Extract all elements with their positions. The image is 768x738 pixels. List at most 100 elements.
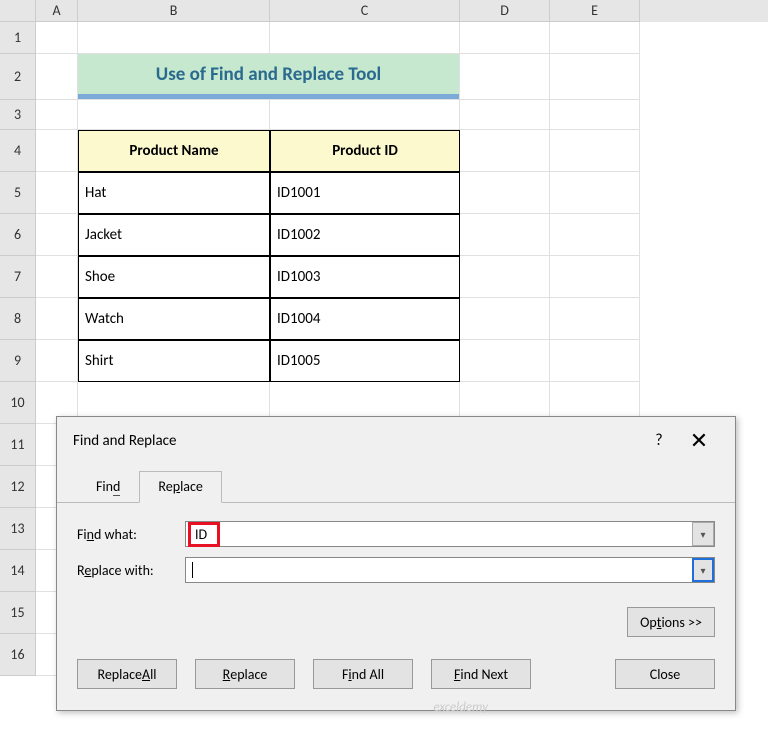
cell[interactable]	[550, 172, 640, 214]
col-header-e[interactable]: E	[550, 0, 640, 22]
table-header-product-id[interactable]: Product ID	[270, 130, 460, 172]
table-cell-name[interactable]: Jacket	[78, 214, 270, 256]
table-cell-name[interactable]: Shoe	[78, 256, 270, 298]
row-header[interactable]: 14	[0, 550, 36, 592]
find-what-row: Find what: ID ▾	[77, 521, 715, 547]
row-header[interactable]: 10	[0, 382, 36, 424]
tab-find[interactable]: Find	[77, 471, 139, 503]
close-button[interactable]: ✕	[679, 427, 719, 454]
cell[interactable]	[550, 340, 640, 382]
cell[interactable]	[460, 298, 550, 340]
cell[interactable]	[460, 340, 550, 382]
tab-replace[interactable]: Replace	[139, 471, 222, 503]
row-header[interactable]: 2	[0, 54, 36, 100]
options-row: Options >>	[57, 601, 735, 655]
cell[interactable]	[36, 298, 78, 340]
table-cell-id[interactable]: ID1005	[270, 340, 460, 382]
cell[interactable]	[460, 172, 550, 214]
cell[interactable]	[460, 130, 550, 172]
cell[interactable]	[550, 298, 640, 340]
find-what-input[interactable]: ID ▾	[185, 521, 715, 547]
table-cell-name[interactable]: Shirt	[78, 340, 270, 382]
find-next-button[interactable]: Find Next	[431, 659, 531, 689]
row-header[interactable]: 3	[0, 100, 36, 130]
row: 5 HatID1001	[0, 172, 768, 214]
cell[interactable]	[270, 100, 460, 130]
row: 9 ShirtID1005	[0, 340, 768, 382]
cell[interactable]	[550, 130, 640, 172]
cell[interactable]	[36, 130, 78, 172]
cell[interactable]	[36, 214, 78, 256]
column-headers: A B C D E	[0, 0, 768, 22]
cell[interactable]	[36, 256, 78, 298]
row: 7 ShoeID1003	[0, 256, 768, 298]
cell[interactable]	[550, 256, 640, 298]
row-header[interactable]: 12	[0, 466, 36, 508]
replace-button[interactable]: Replace	[195, 659, 295, 689]
row-header[interactable]: 5	[0, 172, 36, 214]
find-value-highlight: ID	[188, 522, 220, 547]
col-header-d[interactable]: D	[460, 0, 550, 22]
dialog-tabs: Find Replace	[57, 470, 735, 503]
cell[interactable]	[460, 22, 550, 54]
row: 3	[0, 100, 768, 130]
find-dropdown-icon[interactable]: ▾	[692, 522, 714, 546]
row-header[interactable]: 8	[0, 298, 36, 340]
dialog-titlebar[interactable]: Find and Replace ? ✕	[57, 417, 735, 464]
find-all-button[interactable]: Find All	[313, 659, 413, 689]
cell[interactable]	[36, 54, 78, 100]
cell[interactable]	[460, 214, 550, 256]
close-dialog-button[interactable]: Close	[615, 659, 715, 689]
row-header[interactable]: 15	[0, 592, 36, 634]
cell[interactable]	[36, 340, 78, 382]
replace-with-label: Replace with:	[77, 562, 185, 579]
cell[interactable]	[270, 22, 460, 54]
table-cell-id[interactable]: ID1001	[270, 172, 460, 214]
row: 4 Product NameProduct ID	[0, 130, 768, 172]
find-replace-dialog: Find and Replace ? ✕ Find Replace Find w…	[56, 416, 736, 711]
dialog-title-text: Find and Replace	[73, 432, 639, 450]
options-button[interactable]: Options >>	[627, 607, 715, 637]
col-header-b[interactable]: B	[78, 0, 270, 22]
page-title: Use of Find and Replace Tool	[78, 54, 459, 99]
row-header[interactable]: 11	[0, 424, 36, 466]
table-header-product-name[interactable]: Product Name	[78, 130, 270, 172]
row: 8 WatchID1004	[0, 298, 768, 340]
replace-with-input[interactable]: ▾	[185, 557, 715, 583]
watermark: exceldemy	[433, 700, 488, 715]
cell[interactable]	[460, 256, 550, 298]
row-header[interactable]: 13	[0, 508, 36, 550]
table-cell-name[interactable]: Watch	[78, 298, 270, 340]
cell[interactable]	[550, 100, 640, 130]
row: 6 JacketID1002	[0, 214, 768, 256]
cell[interactable]	[460, 54, 550, 100]
replace-dropdown-icon[interactable]: ▾	[692, 558, 714, 582]
table-cell-id[interactable]: ID1003	[270, 256, 460, 298]
cell[interactable]	[460, 100, 550, 130]
replace-all-button[interactable]: Replace All	[77, 659, 177, 689]
cell[interactable]	[78, 100, 270, 130]
select-all-corner[interactable]	[0, 0, 36, 22]
row-header[interactable]: 4	[0, 130, 36, 172]
cell[interactable]: Use of Find and Replace Tool	[78, 54, 460, 100]
cell[interactable]	[550, 214, 640, 256]
cell[interactable]	[36, 172, 78, 214]
row-header[interactable]: 1	[0, 22, 36, 54]
table-cell-id[interactable]: ID1004	[270, 298, 460, 340]
cell[interactable]	[78, 22, 270, 54]
row-header[interactable]: 16	[0, 634, 36, 676]
text-cursor-icon	[192, 562, 193, 578]
row: 1	[0, 22, 768, 54]
row-header[interactable]: 6	[0, 214, 36, 256]
col-header-c[interactable]: C	[270, 0, 460, 22]
table-cell-id[interactable]: ID1002	[270, 214, 460, 256]
row-header[interactable]: 7	[0, 256, 36, 298]
help-button[interactable]: ?	[639, 431, 679, 450]
table-cell-name[interactable]: Hat	[78, 172, 270, 214]
cell[interactable]	[36, 22, 78, 54]
cell[interactable]	[550, 22, 640, 54]
cell[interactable]	[36, 100, 78, 130]
row-header[interactable]: 9	[0, 340, 36, 382]
cell[interactable]	[550, 54, 640, 100]
col-header-a[interactable]: A	[36, 0, 78, 22]
